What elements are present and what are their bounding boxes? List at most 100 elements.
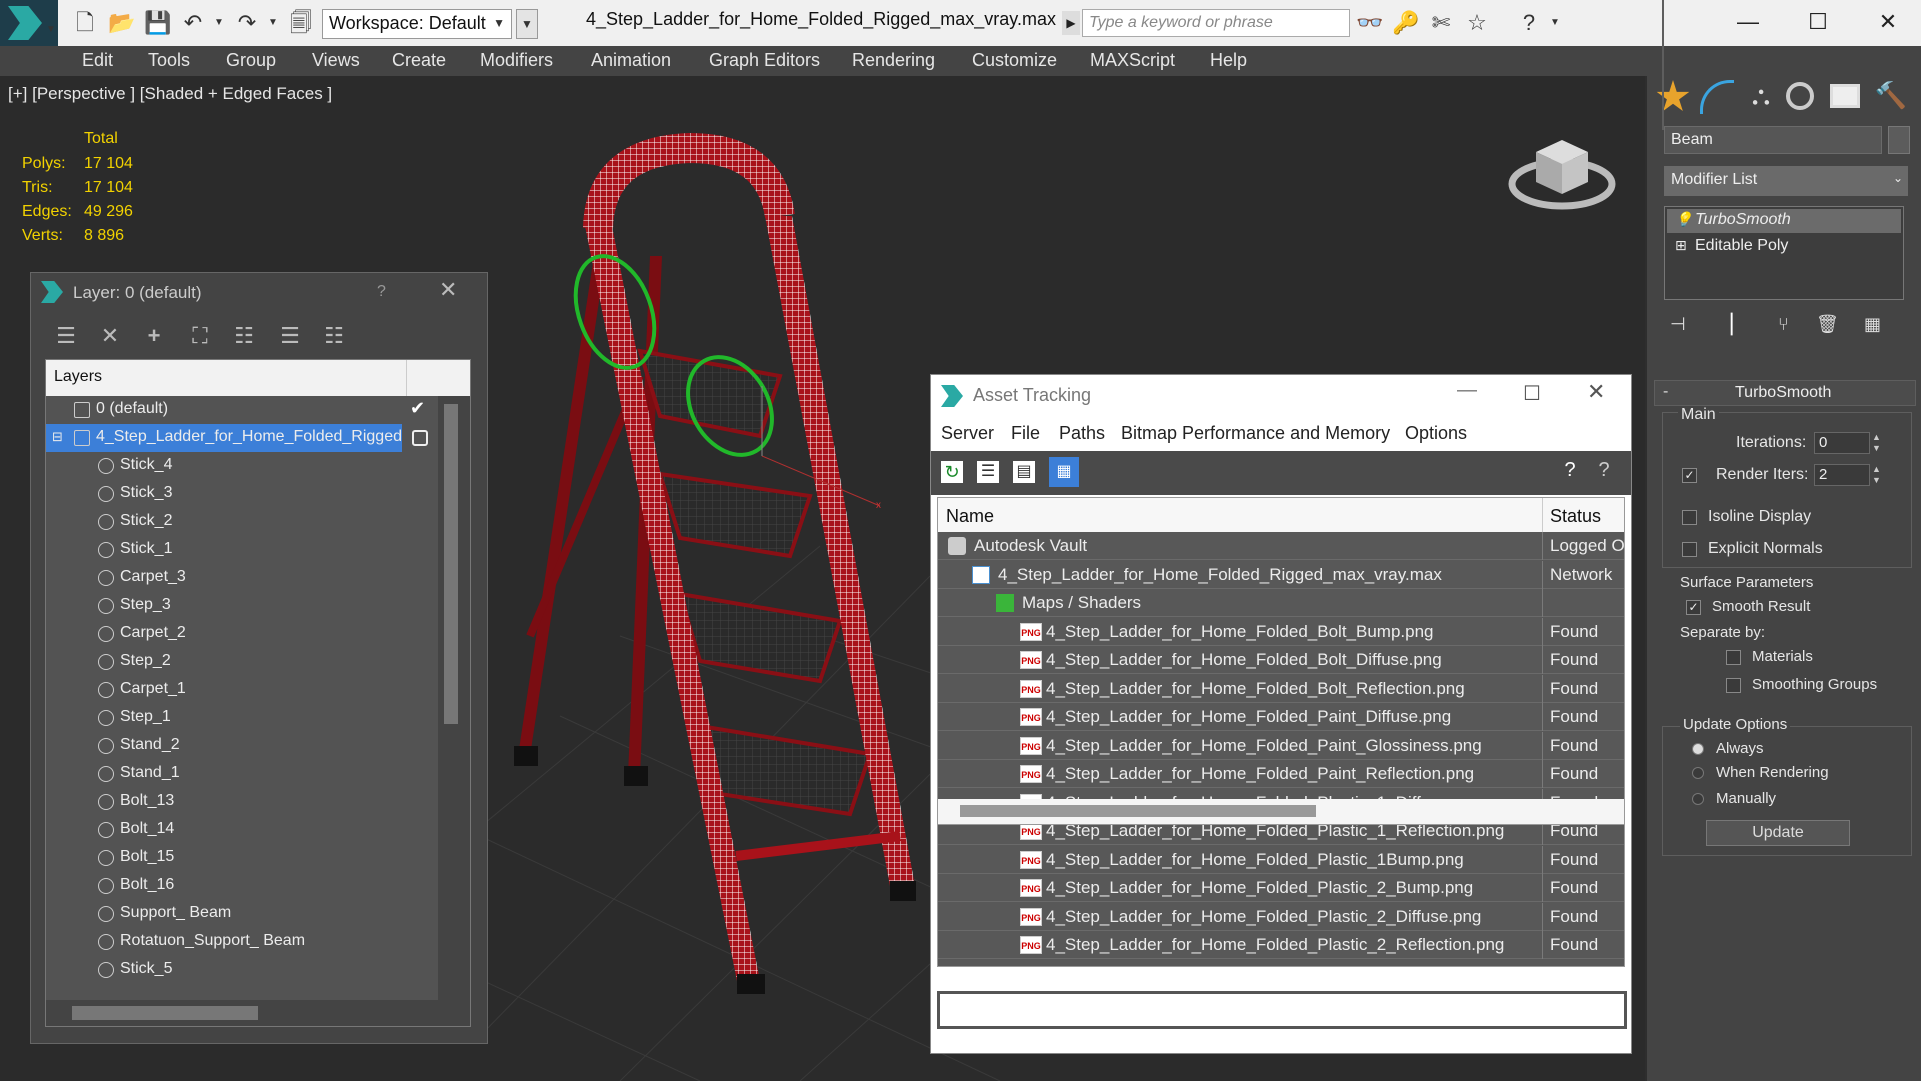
undo-icon[interactable]: ↶	[180, 10, 206, 36]
close-button[interactable]: ✕	[1868, 6, 1908, 38]
stack-item-editable-poly[interactable]: ⊞ Editable Poly	[1667, 235, 1901, 259]
at-hscrollbar[interactable]	[960, 805, 1316, 817]
asset-row[interactable]: PNG4_Step_Ladder_for_Home_Folded_Plastic…	[938, 874, 1624, 902]
object-row[interactable]: Step_2	[46, 648, 440, 676]
hide-layers-icon[interactable]: ☰	[277, 323, 303, 349]
object-row[interactable]: Carpet_2	[46, 620, 440, 648]
layers-hscrollbar[interactable]	[72, 1006, 258, 1020]
smoothing-groups-checkbox[interactable]	[1726, 678, 1741, 693]
configure-sets-icon[interactable]: ▦	[1864, 314, 1892, 338]
remove-modifier-icon[interactable]: 🗑	[1816, 314, 1844, 338]
object-row[interactable]: Stick_1	[46, 536, 440, 564]
play-icon[interactable]: ▶	[1062, 11, 1080, 35]
search-input[interactable]: Type a keyword or phrase	[1082, 9, 1350, 37]
minimize-button[interactable]: —	[1728, 6, 1768, 38]
menu-views[interactable]: Views	[312, 50, 360, 71]
utilities-tab-icon[interactable]: 🔨	[1874, 80, 1908, 114]
display-tab-icon[interactable]	[1830, 84, 1860, 108]
show-end-result-icon[interactable]: ⏐	[1726, 314, 1754, 338]
asset-row[interactable]: PNG4_Step_Ladder_for_Home_Folded_Plastic…	[938, 845, 1624, 874]
layers-header-hide-col[interactable]	[406, 360, 470, 396]
lightbulb-icon[interactable]: 💡	[1675, 211, 1692, 228]
menu-tools[interactable]: Tools	[148, 50, 190, 71]
update-button[interactable]: Update	[1706, 820, 1850, 846]
menu-rendering[interactable]: Rendering	[852, 50, 935, 71]
asset-row[interactable]: PNG 4_Step_Ladder_for_Home_Folded_Paint_R…	[938, 760, 1624, 788]
help-icon[interactable]: ?	[377, 283, 386, 301]
maximize-button[interactable]: ☐	[1523, 381, 1541, 406]
help-icon[interactable]: ?	[1516, 10, 1542, 36]
binoculars-icon[interactable]: 👓	[1356, 10, 1383, 36]
close-button[interactable]: ✕	[1587, 379, 1605, 405]
app-logo-menu[interactable]	[0, 0, 58, 46]
save-file-icon[interactable]: 💾	[144, 10, 171, 36]
object-row[interactable]: Carpet_3	[46, 564, 440, 592]
path-input[interactable]	[937, 991, 1627, 1029]
when-rendering-radio[interactable]	[1692, 767, 1704, 779]
star-icon[interactable]: ☆	[1464, 10, 1490, 36]
menu-customize[interactable]: Customize	[972, 50, 1057, 71]
menu-animation[interactable]: Animation	[591, 50, 671, 71]
delete-layer-icon[interactable]: ✕	[97, 323, 123, 349]
help-icon[interactable]: ?	[1557, 459, 1583, 485]
close-icon[interactable]: ✕	[439, 277, 457, 303]
render-iters-spinner[interactable]: 2	[1814, 464, 1870, 486]
refresh-icon[interactable]: ↻	[941, 461, 963, 483]
highlight-layer-icon[interactable]: ☷	[231, 323, 257, 349]
turbosmooth-rollout-header[interactable]: - TurboSmooth	[1654, 380, 1916, 406]
object-color-swatch[interactable]	[1888, 126, 1910, 154]
smooth-result-checkbox[interactable]: ✓	[1686, 600, 1701, 615]
at-menu-paths[interactable]: Paths	[1059, 423, 1105, 444]
undo-dropdown-icon[interactable]: ▼	[206, 10, 232, 36]
stack-item-turbosmooth[interactable]: 💡 TurboSmooth	[1667, 209, 1901, 233]
menu-graph-editors[interactable]: Graph Editors	[709, 50, 820, 71]
object-row[interactable]: Support_ Beam	[46, 900, 440, 928]
object-row[interactable]: Bolt_16	[46, 872, 440, 900]
menu-edit[interactable]: Edit	[82, 50, 113, 71]
render-iters-checkbox[interactable]: ✓	[1682, 468, 1697, 483]
column-status-header[interactable]: Status	[1550, 506, 1601, 527]
spinner-arrows-icon[interactable]: ▲ ▼	[1872, 464, 1881, 486]
object-row[interactable]: Stand_2	[46, 732, 440, 760]
object-row[interactable]: Carpet_1	[46, 676, 440, 704]
menu-group[interactable]: Group	[226, 50, 276, 71]
always-radio[interactable]	[1692, 743, 1704, 755]
table-view-icon[interactable]: ▦	[1049, 457, 1079, 487]
asset-row[interactable]: Autodesk Vault Logged O	[938, 532, 1624, 560]
at-menu-file[interactable]: File	[1011, 423, 1040, 444]
layer-row-default[interactable]: 0 (default) ✔	[46, 396, 440, 424]
object-row[interactable]: Stand_1	[46, 760, 440, 788]
asset-row[interactable]: PNG 4_Step_Ladder_for_Home_Folded_Bolt_Di…	[938, 646, 1624, 674]
object-row[interactable]: Step_1	[46, 704, 440, 732]
list-icon[interactable]: ☰	[977, 461, 999, 483]
expand-icon[interactable]: ⊞	[1675, 237, 1687, 254]
viewcube-icon[interactable]	[1506, 122, 1616, 222]
help-dropdown-icon[interactable]: ▼	[1542, 10, 1568, 36]
object-row[interactable]: Stick_2	[46, 508, 440, 536]
menu-modifiers[interactable]: Modifiers	[480, 50, 553, 71]
workspace-select[interactable]: Workspace: Default ▼	[322, 9, 512, 39]
menu-maxscript[interactable]: MAXScript	[1090, 50, 1175, 71]
hierarchy-tab-icon[interactable]: ⛬	[1744, 80, 1778, 114]
layers-scrollbar[interactable]	[444, 404, 458, 724]
materials-checkbox[interactable]	[1726, 650, 1741, 665]
create-layer-icon[interactable]: ☰	[53, 323, 79, 349]
motion-tab-icon[interactable]	[1786, 82, 1814, 110]
object-name-field[interactable]: Beam	[1664, 126, 1882, 154]
at-menu-server[interactable]: Server	[941, 423, 994, 444]
asset-row[interactable]: PNG 4_Step_Ladder_for_Home_Folded_Bolt_Re…	[938, 674, 1624, 703]
select-objects-icon[interactable]: ⛶	[187, 323, 213, 349]
add-to-layer-icon[interactable]: +	[141, 323, 167, 349]
at-menu-options[interactable]: Options	[1405, 423, 1467, 444]
at-menu-bitmap[interactable]: Bitmap Performance and Memory	[1121, 423, 1390, 444]
manually-radio[interactable]	[1692, 793, 1704, 805]
thumbnail-icon[interactable]: ▤	[1013, 461, 1035, 483]
asset-row[interactable]: PNG4_Step_Ladder_for_Home_Folded_Plastic…	[938, 931, 1624, 959]
new-file-icon[interactable]: 🗋	[72, 10, 98, 36]
viewport-label[interactable]: [+] [Perspective ] [Shaded + Edged Faces…	[8, 84, 332, 104]
workspace-menu-button[interactable]: ▼	[516, 9, 538, 39]
active-layer-toggle[interactable]	[412, 430, 428, 446]
object-row[interactable]: Stick_5	[46, 956, 440, 984]
spinner-arrows-icon[interactable]: ▲ ▼	[1872, 432, 1881, 454]
object-row[interactable]: Step_3	[46, 592, 440, 620]
